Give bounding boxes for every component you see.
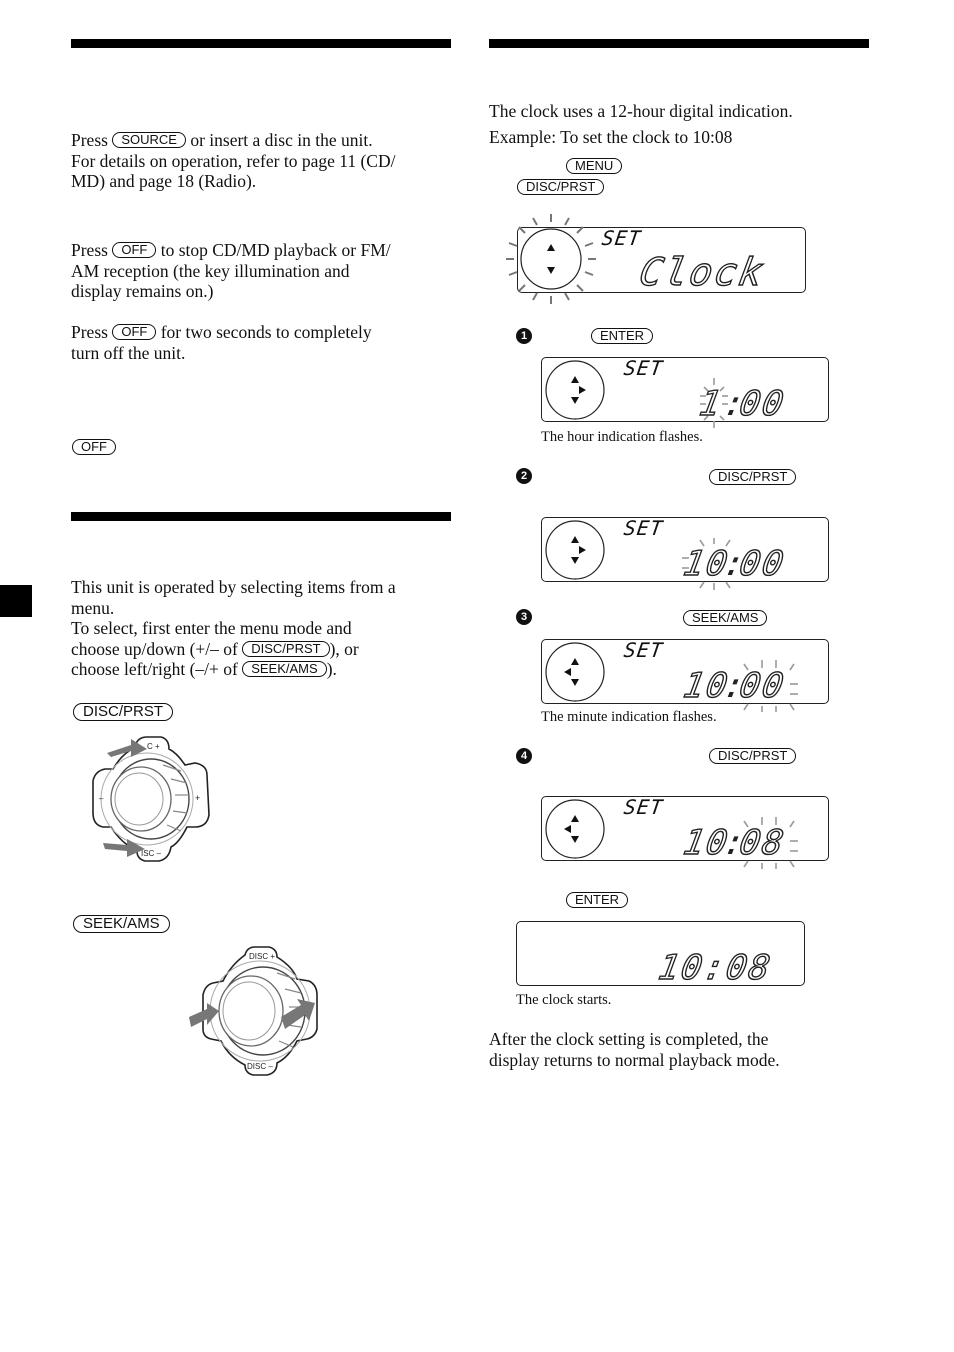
lcd-display-step-3: SET 10 : 00	[541, 638, 829, 712]
text: This unit is operated by selecting items…	[71, 577, 396, 597]
lcd-set-label: SET	[622, 516, 665, 540]
disc-prst-key[interactable]: DISC/PRST	[517, 179, 605, 195]
text: to stop CD/MD playback or FM/	[160, 240, 391, 260]
menu-key[interactable]: MENU	[566, 158, 623, 174]
text: choose up/down (+/– of	[71, 638, 238, 659]
text: MD) and page 18 (Radio).	[71, 171, 257, 191]
clock-intro-line2: Example: To set the clock to 10:08	[489, 127, 733, 147]
page-section-tab	[0, 585, 32, 617]
seek-ams-key-label[interactable]: SEEK/AMS	[73, 915, 170, 933]
knob-center	[110, 766, 172, 832]
lcd-display-step-2: SET 10 : 00	[541, 516, 829, 590]
text: ), or	[329, 638, 359, 659]
disc-prst-key[interactable]: DISC/PRST	[709, 469, 797, 485]
text: To select, first enter the menu mode and	[71, 618, 352, 638]
lcd-display-clock: SET Clock	[506, 214, 806, 304]
text: Press	[71, 240, 108, 260]
text: ).	[326, 659, 337, 679]
text: display returns to normal playback mode.	[489, 1049, 780, 1070]
section-heading-bar-menu	[71, 512, 451, 521]
clock-intro-line1: The clock uses a 12-hour digital indicat…	[489, 101, 793, 121]
knob-label-disc-minus: DISC –	[247, 1062, 273, 1071]
off-key-standalone[interactable]: OFF	[72, 439, 116, 455]
enter-key[interactable]: ENTER	[591, 328, 654, 344]
control-knob-leftright-illustration: DISC + DISC –	[189, 946, 318, 1076]
section-heading-bar-power	[71, 39, 451, 48]
enter-key[interactable]: ENTER	[566, 892, 629, 908]
step-3-caption: The minute indication flashes.	[541, 709, 717, 725]
step-number-1: 1	[516, 328, 532, 344]
knob-label-minus: –	[99, 794, 104, 803]
step-1-caption: The hour indication flashes.	[541, 429, 703, 445]
disc-prst-key[interactable]: DISC/PRST	[709, 748, 797, 764]
lcd-display-step-4: SET 10 : 08	[541, 795, 829, 869]
off-paragraph-1: Press OFF to stop CD/MD playback or FM/ …	[71, 240, 461, 302]
text: display remains on.)	[71, 281, 214, 301]
off-key[interactable]: OFF	[112, 324, 157, 340]
lcd-display-step-1: SET 1 : 00	[541, 356, 829, 428]
text: choose left/right (–/+ of	[71, 659, 238, 679]
menu-paragraph: This unit is operated by selecting items…	[71, 577, 461, 680]
seek-ams-key[interactable]: SEEK/AMS	[242, 661, 327, 677]
lcd-set-label: SET	[622, 356, 665, 380]
seek-ams-key[interactable]: SEEK/AMS	[683, 610, 768, 626]
step-number-4: 4	[516, 748, 532, 764]
lcd-minute: 00	[736, 543, 789, 584]
off-key[interactable]: OFF	[112, 242, 157, 258]
lcd-minute: 00	[736, 665, 789, 706]
source-paragraph: Press SOURCE or insert a disc in the uni…	[71, 130, 461, 192]
knob-label-disc-plus: DISC +	[249, 952, 275, 961]
text: Press	[71, 322, 108, 342]
lcd-set-label: SET	[622, 638, 665, 662]
knob-label-disc-plus: C +	[147, 742, 160, 751]
lcd-set-label: SET	[622, 795, 665, 819]
lcd-set-label: SET	[600, 226, 643, 250]
closing-paragraph: After the clock setting is completed, th…	[489, 1029, 889, 1070]
text: For details on operation, refer to page …	[71, 150, 396, 171]
final-caption: The clock starts.	[516, 992, 612, 1008]
knob-center	[218, 975, 284, 1047]
text: menu.	[71, 597, 115, 618]
lcd-minute: 00	[736, 383, 789, 424]
knob-label-disc-minus: ISC –	[141, 849, 162, 858]
control-knob-updown-illustration: C + ISC – – +	[92, 736, 210, 862]
text: AM reception (the key illumination and	[71, 260, 350, 281]
lcd-main-text: Clock	[635, 249, 769, 294]
step-number-3: 3	[516, 609, 532, 625]
lcd-time: 10:08	[655, 947, 776, 988]
text: Press	[71, 130, 108, 150]
section-heading-bar-clock	[489, 39, 869, 48]
step-number-2: 2	[516, 468, 532, 484]
lcd-display-final: 10:08	[516, 921, 805, 989]
knob-label-plus: +	[195, 793, 200, 803]
disc-prst-key[interactable]: DISC/PRST	[242, 640, 330, 657]
text: for two seconds to completely	[160, 322, 372, 342]
source-key[interactable]: SOURCE	[112, 132, 186, 148]
off-paragraph-2: Press OFF for two seconds to completely …	[71, 322, 461, 363]
text: turn off the unit.	[71, 342, 186, 363]
disc-prst-key-label[interactable]: DISC/PRST	[73, 703, 174, 721]
text: After the clock setting is completed, th…	[489, 1029, 769, 1049]
lcd-minute: 08	[736, 822, 789, 863]
text: or insert a disc in the unit.	[190, 130, 373, 150]
